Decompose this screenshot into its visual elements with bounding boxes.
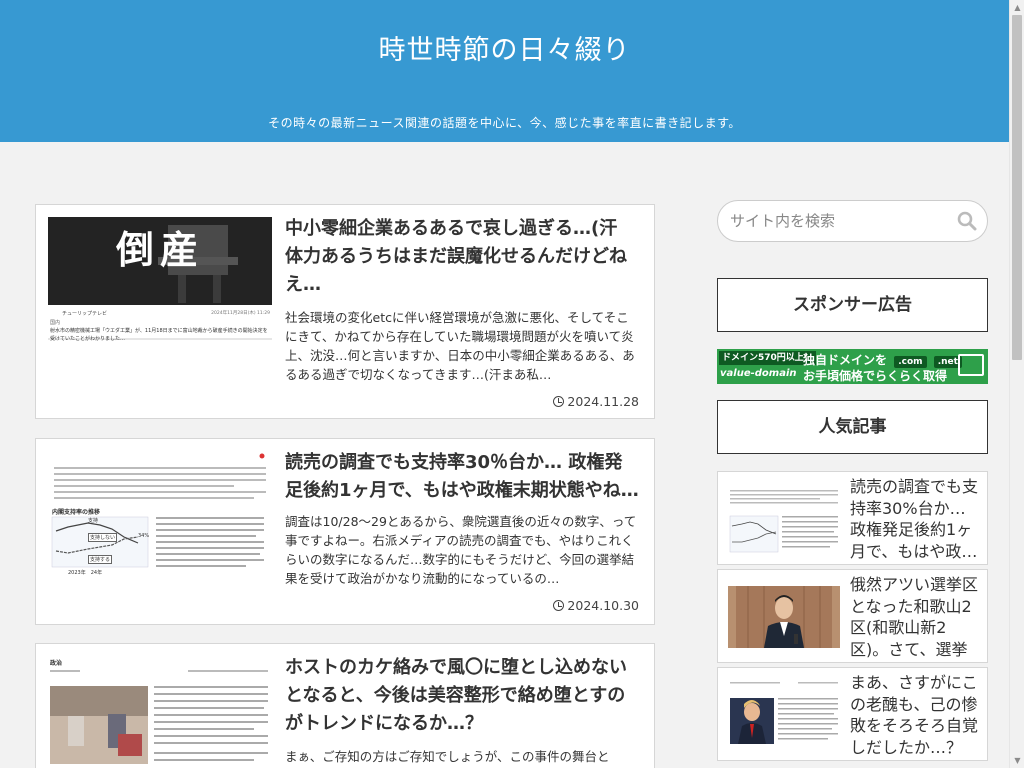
thumbnail-caption: 射水市の精密機械工場「ウエダ工業」が、11月18日までに富山地裁から破産手続きの… [50, 328, 268, 342]
thumbnail-source: チューリップテレビ [62, 311, 108, 317]
article-excerpt: まぁ、ご存知の方はご存知でしょうが、この事件の舞台と [285, 749, 610, 764]
thumbnail-timestamp: 2024年11月28日(木) 11:29 [211, 311, 270, 316]
article-date-text: 2024.10.30 [567, 598, 639, 613]
article-card[interactable]: 内閣支持率の推移 支持 支持しない 支持する 34% 2023年 24年 読売の… [35, 438, 655, 625]
chevron-down-icon[interactable]: ▼ [1010, 753, 1024, 768]
site-description: その時々の最新ニュース関連の話題を中心に、今、感じた事を率直に書き記します。 [268, 116, 741, 130]
ad-line2: お手頃価格でらくらく取得 [803, 369, 948, 383]
article-date-text: 2024.11.28 [567, 394, 639, 409]
chart-label-support: 支持 [88, 518, 99, 524]
popular-title[interactable]: まあ、さすがにこの老醜も、己の惨敗をそろそろ自覚しだしたか…？ [850, 672, 981, 758]
clock-icon [553, 396, 565, 407]
chart-label-disapprove: 支持しない [88, 533, 118, 542]
popular-thumbnail[interactable] [728, 676, 840, 754]
ad-brand: value-domain [720, 368, 797, 379]
thumbnail-image [728, 480, 840, 558]
search-input[interactable] [730, 210, 950, 232]
article-title[interactable]: ホストのカケ絡みで風〇に堕とし込めないとなると、今後は美容整形で絡め堕とすのがト… [285, 654, 640, 740]
article-date: 2024.10.30 [553, 598, 639, 613]
article-thumbnail[interactable]: 倒産 チューリップテレビ 2024年11月28日(木) 11:29 国内 射水市… [48, 217, 272, 345]
popular-thumbnail[interactable] [728, 578, 840, 656]
chart-percent: 34% [138, 533, 150, 539]
article-title[interactable]: 中小零細企業あるあるで哀し過ぎる…(汗 体力あるうちはまだ誤魔化せるんだけどね … [285, 215, 640, 305]
thumbnail-image [48, 656, 272, 768]
clock-icon [553, 600, 565, 611]
article-date: 2024.11.28 [553, 394, 639, 409]
ad-line1: 独自ドメインを .com .net [803, 351, 962, 368]
sponsor-heading: スポンサー広告 [717, 278, 988, 332]
site-title[interactable]: 時世時節の日々綴り [0, 28, 1009, 67]
chart-label-approve: 支持する [88, 555, 113, 564]
article-thumbnail[interactable]: 内閣支持率の推移 支持 支持しない 支持する 34% 2023年 24年 [48, 451, 272, 579]
chevron-up-icon[interactable]: ▲ [1010, 0, 1024, 15]
thumbnail-category: 国内 [50, 320, 61, 326]
chart-heading: 内閣支持率の推移 [52, 509, 101, 516]
article-card[interactable]: 政治 ホストのカケ絡みで風〇に堕とし込めないとなると、今後は美容整形で絡め堕とす… [35, 643, 655, 768]
article-thumbnail[interactable]: 政治 [48, 656, 272, 768]
popular-item[interactable]: 読売の調査でも支持率30%台か… 政権発足後約1ヶ月で、もはや政… [717, 471, 988, 565]
ad-tag: ドメイン570円以上！ [719, 351, 816, 365]
article-card[interactable]: 倒産 チューリップテレビ 2024年11月28日(木) 11:29 国内 射水市… [35, 204, 655, 419]
thumbnail-headline: 倒産 [116, 227, 205, 272]
monitor-icon [958, 354, 984, 376]
popular-item[interactable]: まあ、さすがにこの老醜も、己の惨敗をそろそろ自覚しだしたか…？ [717, 667, 988, 761]
article-excerpt: 社会環境の変化etcに伴い経営環境が急激に悪化、そしてそこにきて、かねてから存在… [285, 310, 635, 382]
ad-banner[interactable]: ドメイン570円以上！ value-domain 独自ドメインを .com .n… [717, 349, 988, 384]
popular-title[interactable]: 読売の調査でも支持率30%台か… 政権発足後約1ヶ月で、もはや政… [850, 476, 981, 562]
chart-years: 2023年 24年 [68, 570, 103, 576]
search-icon[interactable] [957, 211, 977, 231]
popular-title[interactable]: 俄然アツい選挙区となった和歌山2区(和歌山新2区)。さて、選挙区民… [850, 574, 981, 660]
scrollbar[interactable]: ▲ ▼ [1009, 0, 1024, 768]
scrollbar-thumb[interactable] [1012, 15, 1022, 360]
thumbnail-image [728, 676, 840, 754]
article-excerpt: 調査は10/28～29とあるから、衆院選直後の近々の数字、って事ですよねー。右派… [285, 514, 637, 586]
ad-line1-text: 独自ドメインを [803, 353, 888, 367]
article-title[interactable]: 読売の調査でも支持率30％台か… 政権発足後約1ヶ月で、もはや政権末期状態やね…… [285, 449, 640, 507]
thumbnail-image [728, 578, 840, 656]
site-header: 時世時節の日々綴り その時々の最新ニュース関連の話題を中心に、今、感じた事を率直… [0, 0, 1009, 142]
search-box[interactable] [717, 200, 988, 242]
thumbnail-category: 政治 [50, 660, 63, 667]
popular-item[interactable]: 俄然アツい選挙区となった和歌山2区(和歌山新2区)。さて、選挙区民… [717, 569, 988, 663]
popular-thumbnail[interactable] [728, 480, 840, 558]
popular-heading: 人気記事 [717, 400, 988, 454]
